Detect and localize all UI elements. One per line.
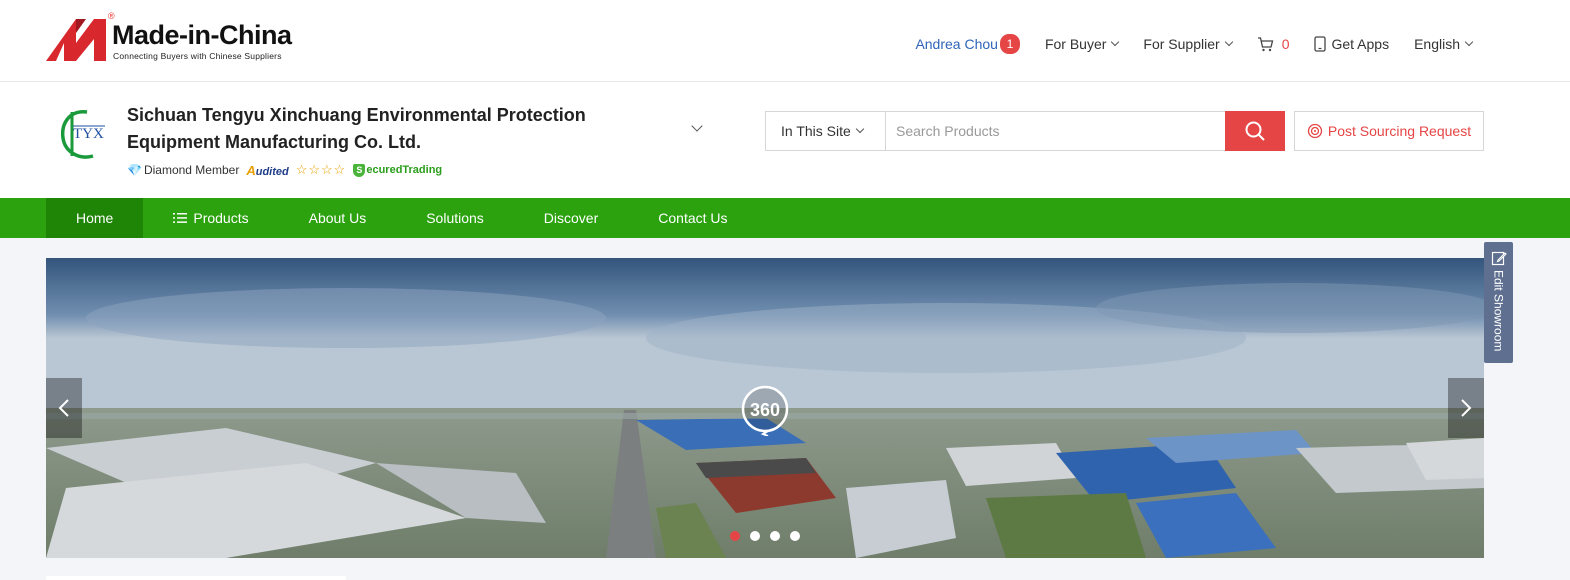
language-selector[interactable]: English (1414, 36, 1474, 52)
chevron-down-icon[interactable] (691, 120, 703, 132)
company-badges: 💎 Diamond Member Audited ☆☆☆☆ SecuredTrad… (127, 162, 449, 178)
tab-products[interactable]: Products (143, 198, 278, 238)
audited-label: udited (255, 165, 289, 178)
diamond-member-badge[interactable]: 💎 Diamond Member (127, 163, 239, 177)
edit-showroom-label: Edit Showroom (1491, 270, 1506, 352)
edit-showroom-tab[interactable]: Edit Showroom (1484, 242, 1513, 363)
hero-banner[interactable]: 360 (46, 258, 1484, 558)
top-header: ® Made-in-China Connecting Buyers with C… (0, 0, 1570, 82)
target-icon (1307, 123, 1323, 139)
pano-360-icon[interactable]: 360 (740, 384, 790, 436)
cart-count: 0 (1281, 36, 1290, 52)
slide-dot[interactable] (730, 531, 740, 541)
company-header: TYX Sichuan Tengyu Xinchuang Environment… (0, 82, 1570, 198)
secured-label: ecuredTrading (366, 164, 443, 176)
tab-discover[interactable]: Discover (514, 198, 628, 238)
slide-indicators (730, 531, 810, 541)
next-slide-button[interactable] (1448, 378, 1484, 438)
cart-icon (1257, 36, 1274, 51)
nav-tabs: Home Products About Us Solutions Discove… (46, 198, 758, 238)
company-logo-text: TYX (73, 126, 104, 142)
for-buyer-menu[interactable]: For Buyer (1044, 36, 1120, 52)
tab-products-label: Products (193, 210, 249, 226)
for-buyer-label: For Buyer (1044, 36, 1107, 52)
slide-dot[interactable] (750, 531, 760, 541)
company-name[interactable]: Sichuan Tengyu Xinchuang Environmental P… (127, 102, 667, 156)
search-icon (1245, 121, 1265, 141)
get-apps-label: Get Apps (1331, 36, 1390, 52)
search-scope-select[interactable]: In This Site (766, 112, 886, 150)
search-bar: In This Site (765, 111, 1285, 151)
chevron-down-icon (1464, 37, 1474, 47)
slide-dot[interactable] (790, 531, 800, 541)
post-sourcing-request-label: Post Sourcing Request (1327, 123, 1472, 139)
list-icon (173, 213, 188, 223)
notification-badge: 1 (999, 34, 1020, 54)
search-input[interactable] (886, 112, 1225, 150)
tab-about-us[interactable]: About Us (279, 198, 397, 238)
member-level: Diamond Member (143, 163, 240, 177)
post-sourcing-request-button[interactable]: Post Sourcing Request (1294, 111, 1484, 151)
cart-link[interactable]: 0 (1257, 36, 1290, 52)
slide-dot[interactable] (770, 531, 780, 541)
logo-mark-icon (46, 19, 106, 61)
language-label: English (1414, 36, 1460, 52)
for-supplier-label: For Supplier (1143, 36, 1220, 52)
search-button[interactable] (1225, 111, 1285, 151)
pano-label: 360 (750, 400, 780, 420)
rating-stars: ☆☆☆☆ (295, 162, 347, 177)
main-nav: Home Products About Us Solutions Discove… (0, 198, 1570, 238)
prev-slide-button[interactable] (46, 378, 82, 438)
brand-tagline: Connecting Buyers with Chinese Suppliers (113, 51, 282, 61)
tab-home[interactable]: Home (46, 198, 144, 238)
edit-icon (1491, 251, 1507, 266)
tab-contact-us[interactable]: Contact Us (628, 198, 757, 238)
top-nav: Andrea Chou 1 For Buyer For Supplier 0 G… (890, 34, 1474, 54)
company-logo[interactable]: TYX (57, 106, 109, 162)
content-card-edge (46, 576, 346, 580)
user-menu[interactable]: Andrea Chou 1 (915, 34, 1020, 54)
get-apps-link[interactable]: Get Apps (1314, 36, 1389, 52)
chevron-down-icon (1111, 37, 1120, 47)
tab-solutions[interactable]: Solutions (396, 198, 514, 238)
secured-trading-badge[interactable]: SecuredTrading (353, 163, 443, 177)
shield-icon: S (353, 163, 366, 177)
chevron-right-icon (1461, 399, 1472, 417)
chevron-down-icon (855, 124, 865, 134)
audited-badge[interactable]: Audited (246, 163, 288, 178)
made-in-china-logo[interactable]: ® Made-in-China Connecting Buyers with C… (46, 11, 306, 63)
chevron-down-icon (1224, 37, 1233, 47)
brand-name: Made-in-China (112, 20, 292, 50)
diamond-icon: 💎 (127, 163, 142, 177)
search-scope-label: In This Site (781, 123, 851, 139)
for-supplier-menu[interactable]: For Supplier (1143, 36, 1233, 52)
audited-initial: A (246, 162, 256, 178)
user-name[interactable]: Andrea Chou (915, 36, 998, 52)
mobile-phone-icon (1314, 36, 1327, 52)
chevron-left-icon (58, 399, 69, 417)
